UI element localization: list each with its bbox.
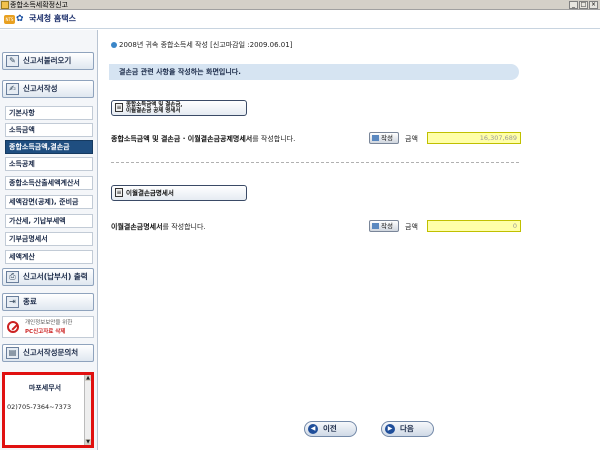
app-icon	[1, 1, 9, 9]
write-return-button[interactable]: ✍ 신고서작성	[2, 80, 94, 98]
arrow-right-icon: ▶	[385, 424, 395, 434]
printer-icon: ⎙	[6, 271, 19, 283]
sidebar-item-basic[interactable]: 기본사항	[5, 106, 93, 120]
sidebar-item-tax-reduction[interactable]: 세액감면(공제), 준비금	[5, 195, 93, 209]
tax-office-box: 마포세무서 02)705-7364~7373 ▲ ▼	[2, 372, 94, 448]
divider	[111, 162, 519, 163]
write-return-label: 신고서작성	[23, 84, 58, 93]
delete-pc-data-button[interactable]: 개인정보보안을 위한 PC신고자료 삭제	[2, 316, 94, 338]
section1-write-label: 작성	[381, 134, 393, 142]
sidebar-item-loss[interactable]: 종합소득금액,결손금	[5, 140, 93, 154]
write-icon	[372, 135, 379, 141]
sidebar-item-deduction[interactable]: 소득공제	[5, 157, 93, 171]
tax-office-phone: 02)705-7364~7373	[7, 403, 72, 411]
sidebar-item-additional-tax[interactable]: 가산세, 기납부세액	[5, 214, 93, 228]
app-header: NTS ✿ 국세청 홈택스	[0, 10, 600, 29]
office-scrollbar[interactable]: ▲ ▼	[84, 375, 91, 445]
folder-icon: ✎	[6, 55, 19, 67]
sidebar-item-donation[interactable]: 기부금명세서	[5, 232, 93, 246]
section2-tag: ≡ 이월결손금명세서	[111, 185, 247, 201]
section2-description: 이월결손금명세서를 작성합니다.	[111, 222, 206, 232]
close-button[interactable]: ×	[589, 1, 598, 9]
sidebar-item-income[interactable]: 소득금액	[5, 123, 93, 137]
next-label: 다음	[400, 424, 414, 433]
section1-description: 종합소득금액 및 결손금 · 이월결손금공제명세서를 작성합니다.	[111, 134, 295, 144]
section2-write-label: 작성	[381, 222, 393, 230]
nts-logo: NTS	[4, 15, 15, 24]
load-return-button[interactable]: ✎ 신고서불러오기	[2, 52, 94, 70]
section1-desc-rest: 를 작성합니다.	[252, 135, 296, 143]
section2-amount-field[interactable]: 0	[427, 220, 521, 232]
deadline-text: 2008년 귀속 종합소득세 작성 [신고마감일 :2009.06.01]	[119, 41, 293, 49]
section1-amount-label: 금액	[405, 135, 418, 143]
section1-desc-bold: 종합소득금액 및 결손금 · 이월결손금공제명세서	[111, 135, 253, 143]
section1-write-button[interactable]: 작성	[369, 132, 399, 144]
section1-amount-field[interactable]: 16,307,689	[427, 132, 521, 144]
inquiry-button[interactable]: ▤ 신고서작성문의처	[2, 344, 94, 362]
exit-label: 종료	[23, 297, 37, 306]
page-banner: 결손금 관련 사항을 작성하는 화면입니다.	[109, 64, 519, 80]
sidebar: ✎ 신고서불러오기 ✍ 신고서작성 기본사항 소득금액 종합소득금액,결손금 소…	[0, 30, 98, 450]
inquiry-label: 신고서작성문의처	[23, 348, 79, 357]
flower-icon: ✿	[16, 14, 24, 24]
sidebar-item-tax-calc[interactable]: 세액계산	[5, 250, 93, 264]
section1-tag-line2: 이월결손금 공제 명세서	[126, 108, 181, 114]
warning-line2: PC신고자료 삭제	[25, 329, 66, 335]
sidebar-item-tax-calc-sheet[interactable]: 종합소득산출세액계산서	[5, 176, 93, 190]
deadline-info: 2008년 귀속 종합소득세 작성 [신고마감일 :2009.06.01]	[111, 40, 292, 50]
footer-nav: ◀ 이전 ▶ 다음	[99, 420, 600, 450]
window-titlebar: 종합소득세확정신고 _ □ ×	[0, 0, 600, 10]
section2-desc-bold: 이월결손금명세서	[111, 223, 163, 231]
write-icon	[372, 223, 379, 229]
window-title: 종합소득세확정신고	[10, 1, 68, 9]
minimize-button[interactable]: _	[569, 1, 578, 9]
load-return-label: 신고서불러오기	[23, 56, 72, 65]
maximize-button[interactable]: □	[579, 1, 588, 9]
section2-desc-rest: 를 작성합니다.	[162, 223, 206, 231]
exit-button[interactable]: ⇥ 종료	[2, 293, 94, 311]
book-icon: ▤	[6, 347, 19, 359]
print-button[interactable]: ⎙ 신고서(납부서) 출력	[2, 268, 94, 286]
section1-tag: ≡ 종합소득금액 및 결손금, 이월결손금 공제 명세서	[111, 100, 247, 116]
section2-amount-label: 금액	[405, 223, 418, 231]
prev-button[interactable]: ◀ 이전	[304, 421, 357, 437]
scroll-up-icon[interactable]: ▲	[85, 375, 91, 381]
prev-label: 이전	[323, 424, 337, 433]
next-button[interactable]: ▶ 다음	[381, 421, 434, 437]
prohibited-icon	[7, 321, 19, 333]
section2-write-button[interactable]: 작성	[369, 220, 399, 232]
exit-door-icon: ⇥	[6, 296, 19, 308]
tax-office-name: 마포세무서	[28, 384, 62, 392]
print-label: 신고서(납부서) 출력	[23, 272, 88, 281]
document-icon: ≡	[115, 188, 123, 197]
section2-tag-label: 이월결손금명세서	[126, 189, 174, 197]
brand-title: 국세청 홈택스	[29, 14, 76, 23]
pencil-icon: ✍	[6, 83, 19, 95]
warning-line1: 개인정보보안을 위한	[25, 320, 73, 326]
main-content: 2008년 귀속 종합소득세 작성 [신고마감일 :2009.06.01] 결손…	[99, 30, 600, 420]
arrow-left-icon: ◀	[308, 424, 318, 434]
document-icon: ≡	[115, 103, 123, 112]
scroll-down-icon[interactable]: ▼	[85, 439, 91, 445]
bullet-icon	[111, 42, 117, 48]
